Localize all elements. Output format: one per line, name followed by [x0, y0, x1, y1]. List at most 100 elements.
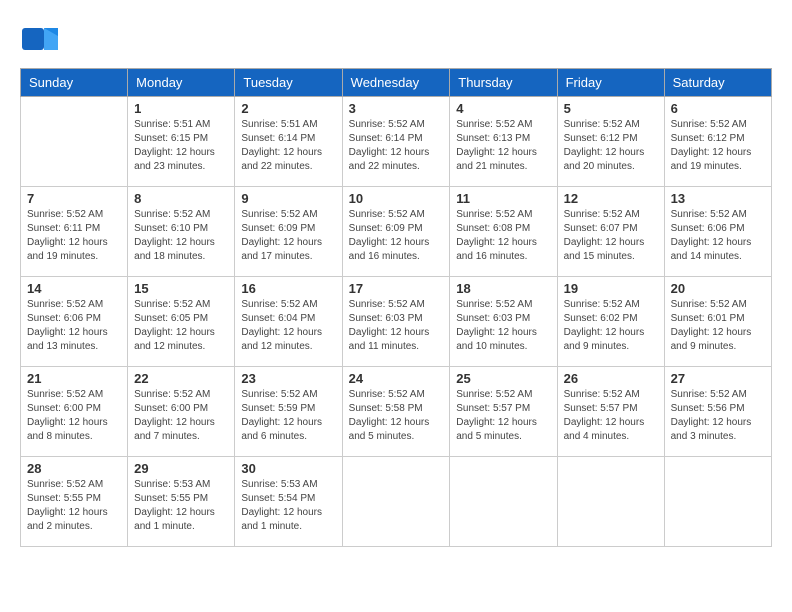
calendar-cell: 8 Sunrise: 5:52 AM Sunset: 6:10 PM Daylig… — [128, 187, 235, 277]
day-number: 27 — [671, 371, 765, 386]
calendar-cell — [21, 97, 128, 187]
day-info: Sunrise: 5:52 AM Sunset: 6:04 PM Dayligh… — [241, 298, 335, 354]
page-header — [20, 20, 772, 58]
calendar-cell: 29 Sunrise: 5:53 AM Sunset: 5:55 PM Dayli… — [128, 457, 235, 547]
day-info: Sunrise: 5:52 AM Sunset: 5:57 PM Dayligh… — [564, 388, 658, 444]
calendar-cell: 2 Sunrise: 5:51 AM Sunset: 6:14 PM Daylig… — [235, 97, 342, 187]
day-number: 11 — [456, 191, 550, 206]
weekday-header-saturday: Saturday — [664, 69, 771, 97]
day-info: Sunrise: 5:52 AM Sunset: 6:02 PM Dayligh… — [564, 298, 658, 354]
calendar-cell: 22 Sunrise: 5:52 AM Sunset: 6:00 PM Dayli… — [128, 367, 235, 457]
weekday-header-sunday: Sunday — [21, 69, 128, 97]
calendar-cell: 3 Sunrise: 5:52 AM Sunset: 6:14 PM Daylig… — [342, 97, 450, 187]
day-number: 15 — [134, 281, 228, 296]
day-info: Sunrise: 5:52 AM Sunset: 6:14 PM Dayligh… — [349, 118, 444, 174]
day-info: Sunrise: 5:52 AM Sunset: 6:08 PM Dayligh… — [456, 208, 550, 264]
day-number: 14 — [27, 281, 121, 296]
weekday-header-monday: Monday — [128, 69, 235, 97]
day-number: 6 — [671, 101, 765, 116]
day-number: 23 — [241, 371, 335, 386]
day-info: Sunrise: 5:52 AM Sunset: 6:09 PM Dayligh… — [349, 208, 444, 264]
day-info: Sunrise: 5:52 AM Sunset: 5:55 PM Dayligh… — [27, 478, 121, 534]
weekday-header-wednesday: Wednesday — [342, 69, 450, 97]
day-number: 4 — [456, 101, 550, 116]
day-info: Sunrise: 5:52 AM Sunset: 6:05 PM Dayligh… — [134, 298, 228, 354]
day-info: Sunrise: 5:51 AM Sunset: 6:14 PM Dayligh… — [241, 118, 335, 174]
day-info: Sunrise: 5:52 AM Sunset: 6:00 PM Dayligh… — [27, 388, 121, 444]
calendar-cell: 24Sunrise: 5:52 AM Sunset: 5:58 PM Dayli… — [342, 367, 450, 457]
day-number: 10 — [349, 191, 444, 206]
day-number: 21 — [27, 371, 121, 386]
day-number: 22 — [134, 371, 228, 386]
calendar-cell — [664, 457, 771, 547]
calendar-cell: 6 Sunrise: 5:52 AM Sunset: 6:12 PM Daylig… — [664, 97, 771, 187]
calendar-header-row: SundayMondayTuesdayWednesdayThursdayFrid… — [21, 69, 772, 97]
calendar-cell: 21 Sunrise: 5:52 AM Sunset: 6:00 PM Dayli… — [21, 367, 128, 457]
weekday-header-tuesday: Tuesday — [235, 69, 342, 97]
calendar-cell: 15 Sunrise: 5:52 AM Sunset: 6:05 PM Dayli… — [128, 277, 235, 367]
day-number: 18 — [456, 281, 550, 296]
calendar-cell: 27 Sunrise: 5:52 AM Sunset: 5:56 PM Dayli… — [664, 367, 771, 457]
day-info: Sunrise: 5:53 AM Sunset: 5:54 PM Dayligh… — [241, 478, 335, 534]
day-info: Sunrise: 5:52 AM Sunset: 6:12 PM Dayligh… — [671, 118, 765, 174]
day-number: 2 — [241, 101, 335, 116]
calendar-cell: 26 Sunrise: 5:52 AM Sunset: 5:57 PM Dayli… — [557, 367, 664, 457]
weekday-header-thursday: Thursday — [450, 69, 557, 97]
calendar-week-row: 7Sunrise: 5:52 AM Sunset: 6:11 PM Daylig… — [21, 187, 772, 277]
calendar-cell: 12 Sunrise: 5:52 AM Sunset: 6:07 PM Dayli… — [557, 187, 664, 277]
calendar-cell: 14 Sunrise: 5:52 AM Sunset: 6:06 PM Dayli… — [21, 277, 128, 367]
weekday-header-friday: Friday — [557, 69, 664, 97]
day-info: Sunrise: 5:52 AM Sunset: 6:00 PM Dayligh… — [134, 388, 228, 444]
calendar-cell: 25Sunrise: 5:52 AM Sunset: 5:57 PM Dayli… — [450, 367, 557, 457]
day-number: 8 — [134, 191, 228, 206]
calendar-cell — [450, 457, 557, 547]
day-number: 7 — [27, 191, 121, 206]
calendar-cell: 9 Sunrise: 5:52 AM Sunset: 6:09 PM Daylig… — [235, 187, 342, 277]
calendar-cell: 19 Sunrise: 5:52 AM Sunset: 6:02 PM Dayli… — [557, 277, 664, 367]
calendar-cell — [557, 457, 664, 547]
logo-icon — [20, 20, 58, 58]
day-number: 19 — [564, 281, 658, 296]
day-number: 9 — [241, 191, 335, 206]
day-info: Sunrise: 5:52 AM Sunset: 6:10 PM Dayligh… — [134, 208, 228, 264]
calendar-cell: 10 Sunrise: 5:52 AM Sunset: 6:09 PM Dayli… — [342, 187, 450, 277]
day-info: Sunrise: 5:52 AM Sunset: 6:06 PM Dayligh… — [27, 298, 121, 354]
calendar-cell: 30 Sunrise: 5:53 AM Sunset: 5:54 PM Dayli… — [235, 457, 342, 547]
day-info: Sunrise: 5:52 AM Sunset: 6:09 PM Dayligh… — [241, 208, 335, 264]
day-info: Sunrise: 5:52 AM Sunset: 5:57 PM Dayligh… — [456, 388, 550, 444]
day-number: 30 — [241, 461, 335, 476]
day-number: 17 — [349, 281, 444, 296]
day-number: 26 — [564, 371, 658, 386]
calendar-cell: 7Sunrise: 5:52 AM Sunset: 6:11 PM Daylig… — [21, 187, 128, 277]
day-info: Sunrise: 5:52 AM Sunset: 6:07 PM Dayligh… — [564, 208, 658, 264]
calendar-cell — [342, 457, 450, 547]
calendar-cell: 20Sunrise: 5:52 AM Sunset: 6:01 PM Dayli… — [664, 277, 771, 367]
day-number: 20 — [671, 281, 765, 296]
calendar-cell: 11 Sunrise: 5:52 AM Sunset: 6:08 PM Dayli… — [450, 187, 557, 277]
calendar-week-row: 21 Sunrise: 5:52 AM Sunset: 6:00 PM Dayli… — [21, 367, 772, 457]
calendar-week-row: 14 Sunrise: 5:52 AM Sunset: 6:06 PM Dayli… — [21, 277, 772, 367]
day-number: 13 — [671, 191, 765, 206]
day-number: 28 — [27, 461, 121, 476]
day-info: Sunrise: 5:52 AM Sunset: 6:13 PM Dayligh… — [456, 118, 550, 174]
calendar-cell: 17 Sunrise: 5:52 AM Sunset: 6:03 PM Dayli… — [342, 277, 450, 367]
logo — [20, 20, 62, 58]
day-info: Sunrise: 5:53 AM Sunset: 5:55 PM Dayligh… — [134, 478, 228, 534]
day-number: 3 — [349, 101, 444, 116]
day-info: Sunrise: 5:52 AM Sunset: 5:56 PM Dayligh… — [671, 388, 765, 444]
day-number: 1 — [134, 101, 228, 116]
calendar-cell: 1Sunrise: 5:51 AM Sunset: 6:15 PM Daylig… — [128, 97, 235, 187]
calendar-week-row: 1Sunrise: 5:51 AM Sunset: 6:15 PM Daylig… — [21, 97, 772, 187]
calendar-cell: 5Sunrise: 5:52 AM Sunset: 6:12 PM Daylig… — [557, 97, 664, 187]
day-number: 29 — [134, 461, 228, 476]
day-info: Sunrise: 5:52 AM Sunset: 5:58 PM Dayligh… — [349, 388, 444, 444]
calendar-cell: 23 Sunrise: 5:52 AM Sunset: 5:59 PM Dayli… — [235, 367, 342, 457]
day-number: 16 — [241, 281, 335, 296]
calendar-week-row: 28 Sunrise: 5:52 AM Sunset: 5:55 PM Dayli… — [21, 457, 772, 547]
day-number: 12 — [564, 191, 658, 206]
day-number: 5 — [564, 101, 658, 116]
day-info: Sunrise: 5:52 AM Sunset: 5:59 PM Dayligh… — [241, 388, 335, 444]
calendar-cell: 13Sunrise: 5:52 AM Sunset: 6:06 PM Dayli… — [664, 187, 771, 277]
calendar-cell: 16 Sunrise: 5:52 AM Sunset: 6:04 PM Dayli… — [235, 277, 342, 367]
day-info: Sunrise: 5:52 AM Sunset: 6:03 PM Dayligh… — [349, 298, 444, 354]
